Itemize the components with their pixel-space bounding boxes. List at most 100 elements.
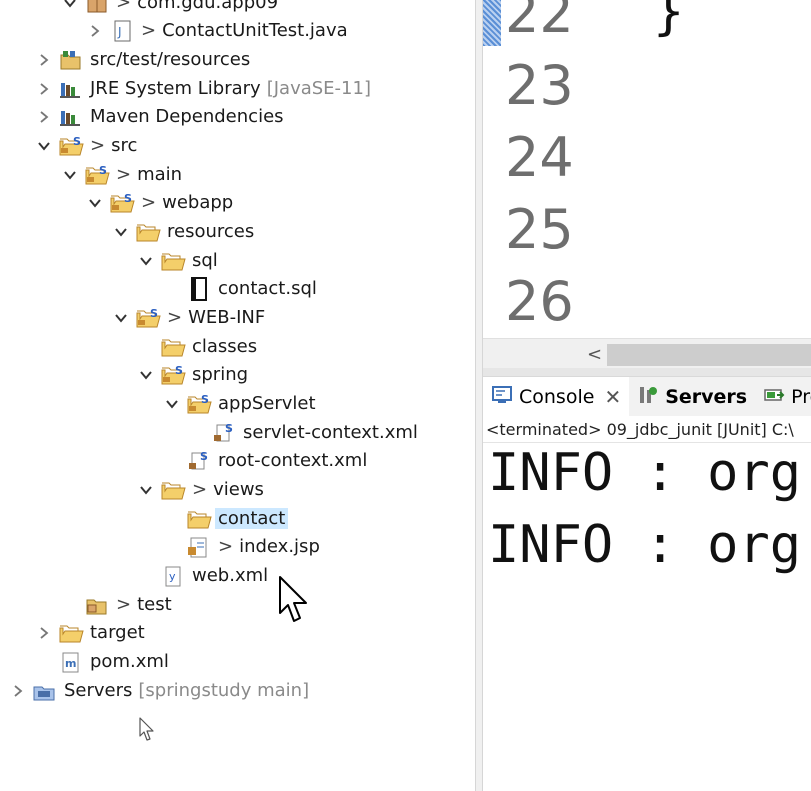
tree-item-label: main: [137, 164, 183, 185]
code-editor[interactable]: } 22 23 24 25 26: [483, 0, 811, 338]
chevron-down-icon[interactable]: [138, 482, 154, 498]
chevron-right-icon[interactable]: [36, 625, 52, 641]
panel-gap: [483, 368, 811, 376]
tree-item-servlet-context-xml[interactable]: Sservlet-context.xml: [189, 418, 418, 447]
chevron-down-icon[interactable]: [138, 367, 154, 383]
tree-item-target[interactable]: target: [36, 618, 145, 647]
tree-item-label: web.xml: [192, 565, 269, 586]
servers-project-icon: [32, 679, 58, 703]
console-status-line: <terminated> 09_jdbc_junit [JUnit] C:\: [483, 416, 811, 443]
java-file-icon: J: [109, 19, 135, 43]
tree-item-label: classes: [192, 336, 258, 357]
chevron-down-icon[interactable]: [164, 396, 180, 412]
chevron-down-icon[interactable]: [113, 310, 129, 326]
tree-item-maven-dependencies[interactable]: Maven Dependencies: [36, 102, 284, 131]
library-icon: [58, 77, 84, 101]
maven-pom-icon: m: [58, 650, 84, 674]
pane-divider[interactable]: [475, 0, 483, 791]
git-change-marker: >: [116, 164, 132, 185]
tab-console[interactable]: Console ✕: [483, 377, 630, 417]
folder-open-icon: [160, 478, 186, 502]
line-number: 26: [505, 270, 574, 333]
chevron-down-icon[interactable]: [113, 224, 129, 240]
tree-item-pom-xml[interactable]: m pom.xml: [36, 647, 169, 676]
source-folder-icon: [58, 48, 84, 72]
console-output[interactable]: INFO : org INFO : org: [483, 443, 811, 791]
tree-item-web-inf[interactable]: S > WEB-INF: [113, 303, 265, 332]
tree-item-label: target: [90, 622, 145, 643]
web-xml-icon: y: [160, 564, 186, 588]
svg-text:S: S: [99, 164, 107, 177]
tab-console-label: Console: [519, 386, 595, 408]
console-line: INFO : org: [488, 515, 802, 575]
tree-item-decoration: [JavaSE-11]: [266, 78, 371, 99]
bottom-panel-tabs: Console ✕ Servers Pro: [483, 376, 811, 417]
tree-item-decoration: [springstudy main]: [138, 680, 310, 701]
spring-xml-icon: S: [211, 421, 237, 445]
tree-item-label: resources: [167, 221, 255, 242]
chevron-right-icon[interactable]: [36, 52, 52, 68]
chevron-right-icon[interactable]: [87, 23, 103, 39]
tree-item-com-gdu-app09[interactable]: > com.gdu.app09: [62, 0, 278, 17]
git-change-marker: >: [167, 307, 183, 328]
mouse-pointer-icon: [279, 576, 307, 622]
svg-text:S: S: [124, 192, 132, 205]
svg-text:S: S: [200, 450, 208, 463]
tree-item-root-context-xml[interactable]: Sroot-context.xml: [164, 446, 367, 475]
tree-item-servers[interactable]: Servers [springstudy main]: [10, 676, 309, 705]
line-number: 24: [505, 126, 574, 189]
tab-progress[interactable]: Pro: [755, 377, 811, 417]
servers-icon: [637, 385, 665, 410]
tree-item-label: src/test/resources: [90, 49, 251, 70]
close-icon[interactable]: ✕: [604, 385, 621, 409]
editor-horizontal-scrollbar[interactable]: <: [483, 338, 811, 369]
tree-item-label: spring: [192, 364, 249, 385]
spring-folder-icon: S: [58, 134, 84, 158]
tab-servers[interactable]: Servers: [629, 377, 755, 417]
git-change-marker: >: [218, 536, 234, 557]
tree-item-jre-system-library[interactable]: JRE System Library [JavaSE-11]: [36, 74, 371, 103]
scroll-thumb[interactable]: [607, 344, 811, 366]
tab-progress-label: Pro: [791, 386, 811, 408]
tree-item-webapp[interactable]: S > webapp: [87, 188, 233, 217]
editor-gutter-marker: [483, 0, 501, 46]
tree-item-main[interactable]: S > main: [62, 160, 182, 189]
chevron-right-icon[interactable]: [36, 81, 52, 97]
tree-item-label: appServlet: [218, 393, 316, 414]
tree-item-src[interactable]: S > src: [36, 131, 137, 160]
chevron-down-icon[interactable]: [87, 195, 103, 211]
scroll-left-icon[interactable]: <: [587, 344, 602, 365]
chevron-right-icon[interactable]: [10, 683, 26, 699]
svg-text:S: S: [73, 135, 81, 148]
git-change-marker: >: [116, 594, 132, 615]
tree-item-resources[interactable]: resources: [113, 217, 254, 246]
package-folder-icon: [84, 593, 110, 617]
tree-item-index-jsp[interactable]: > index.jsp: [164, 532, 320, 561]
tree-item-label: webapp: [162, 192, 234, 213]
tree-item-sql[interactable]: sql: [138, 246, 218, 275]
tree-item-label: JRE System Library: [90, 78, 261, 99]
tree-item-test[interactable]: > test: [62, 590, 172, 619]
tree-item-label: com.gdu.app09: [137, 0, 279, 13]
tree-item-label: ContactUnitTest.java: [162, 20, 348, 41]
spring-folder-icon: S: [84, 163, 110, 187]
chevron-down-icon[interactable]: [36, 138, 52, 154]
tree-item-contactunittest-java[interactable]: J > ContactUnitTest.java: [87, 16, 348, 45]
tree-item-src-test-resources[interactable]: src/test/resources: [36, 45, 250, 74]
chevron-down-icon[interactable]: [138, 253, 154, 269]
tree-item-classes[interactable]: classes: [138, 332, 257, 361]
line-number: 23: [505, 54, 574, 117]
tree-item-spring[interactable]: Sspring: [138, 360, 248, 389]
tree-item-web-xml[interactable]: y web.xml: [138, 561, 268, 590]
git-change-marker: >: [141, 20, 157, 41]
chevron-down-icon[interactable]: [62, 167, 78, 183]
tree-item-appservlet[interactable]: SappServlet: [164, 389, 316, 418]
tree-item-contact-sql[interactable]: contact.sql: [164, 274, 317, 303]
tree-item-views[interactable]: > views: [138, 475, 264, 504]
tree-item-label: WEB-INF: [188, 307, 266, 328]
chevron-right-icon[interactable]: [36, 109, 52, 125]
tree-item-contact[interactable]: contact: [164, 504, 289, 533]
project-explorer: > com.gdu.app09 J > ContactUnitTest.java src/…: [0, 0, 475, 791]
chevron-down-icon[interactable]: [62, 0, 78, 11]
line-number: 22: [505, 0, 574, 45]
